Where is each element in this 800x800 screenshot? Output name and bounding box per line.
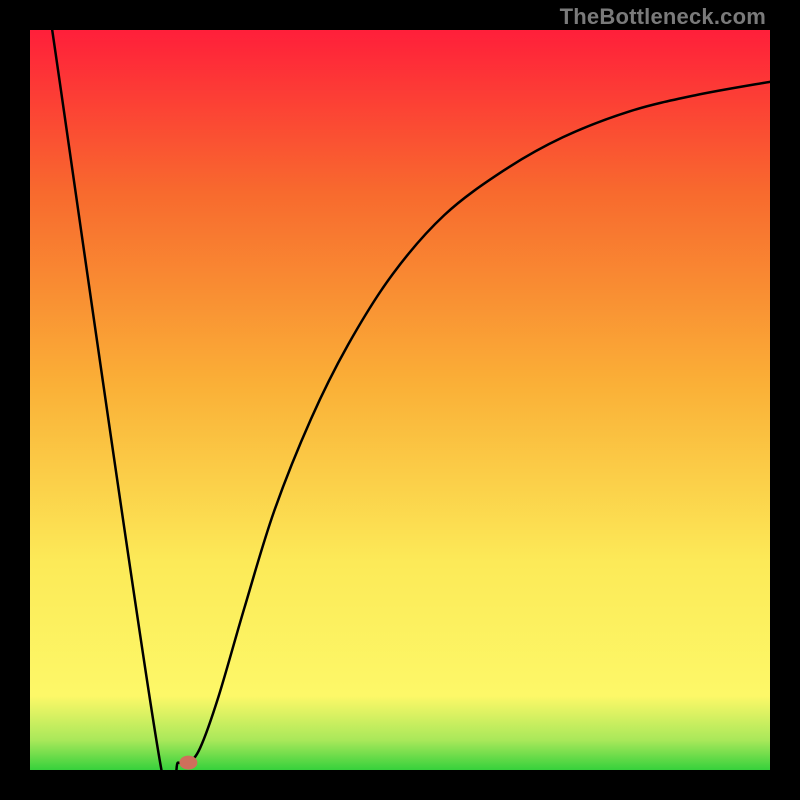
watermark-text: TheBottleneck.com <box>560 4 766 30</box>
plot-area <box>30 30 770 770</box>
gradient-background <box>30 30 770 770</box>
chart-svg <box>30 30 770 770</box>
optimum-marker <box>179 756 197 770</box>
chart-frame: { "watermark": "TheBottleneck.com", "cha… <box>0 0 800 800</box>
